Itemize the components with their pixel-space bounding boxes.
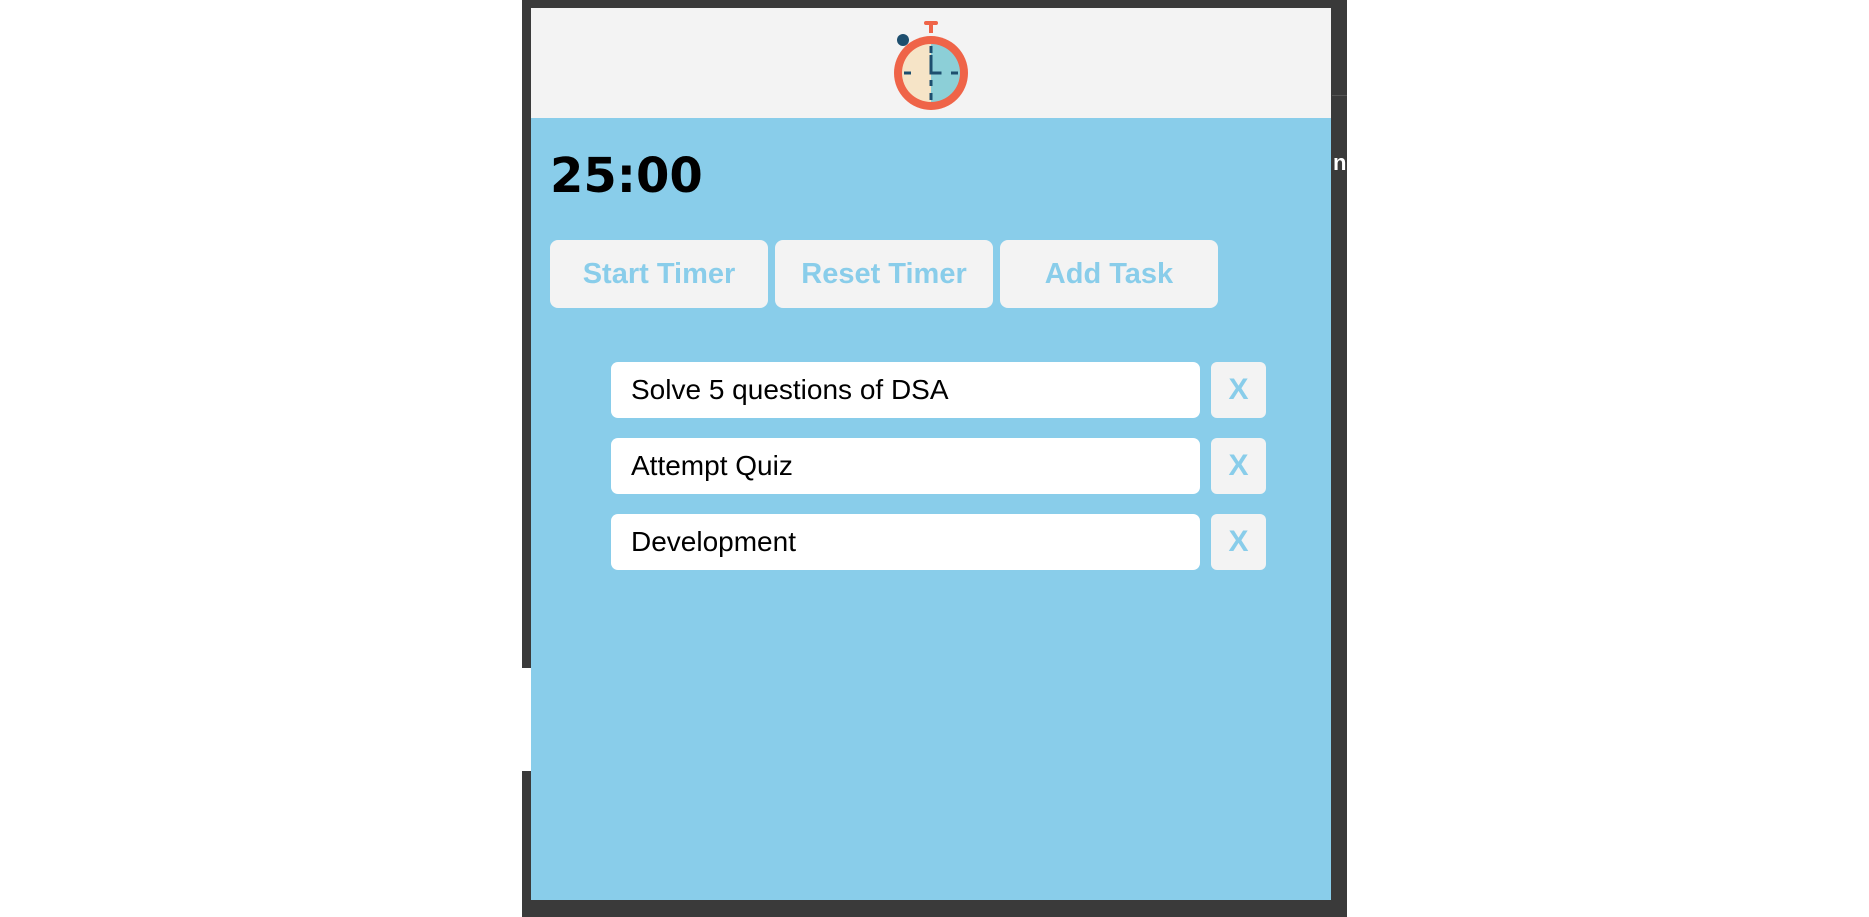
task-list: X X X [611,362,1271,590]
task-row: X [611,362,1271,418]
extension-popup: 25:00 Start Timer Reset Timer Add Task X… [531,8,1331,900]
task-input[interactable] [611,362,1200,418]
start-timer-button[interactable]: Start Timer [550,240,768,308]
add-task-button[interactable]: Add Task [1000,240,1218,308]
screen: n 25:00 Start Timer Reset Timer Add Task… [0,0,1869,917]
timer-controls: Start Timer Reset Timer Add Task [550,240,1218,308]
reset-timer-button[interactable]: Reset Timer [775,240,993,308]
timer-display: 25:00 [550,148,703,204]
delete-task-button[interactable]: X [1211,438,1266,494]
background-partial-text: n [1333,150,1347,175]
task-input[interactable] [611,514,1200,570]
delete-task-button[interactable]: X [1211,514,1266,570]
popup-header [531,8,1331,118]
task-input[interactable] [611,438,1200,494]
stopwatch-icon [894,21,968,110]
task-row: X [611,438,1271,494]
task-row: X [611,514,1271,570]
delete-task-button[interactable]: X [1211,362,1266,418]
background-divider [1332,95,1347,96]
